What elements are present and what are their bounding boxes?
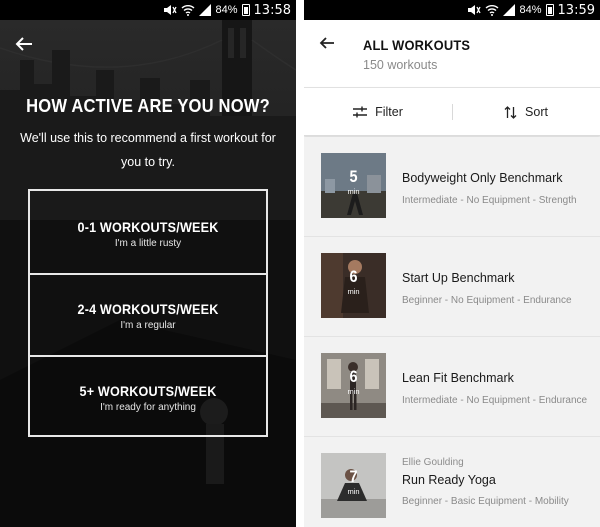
status-time: 13:59 <box>557 2 595 18</box>
option-title: 5+ WORKOUTS/WEEK <box>79 383 217 399</box>
back-arrow-icon[interactable] <box>318 34 336 52</box>
sort-button[interactable]: Sort <box>452 88 600 136</box>
workout-meta: Beginner - No Equipment - Endurance <box>402 295 572 306</box>
status-time: 13:58 <box>253 2 291 18</box>
workout-thumbnail: 6 min <box>321 253 386 318</box>
option-2-4-workouts[interactable]: 2-4 WORKOUTS/WEEK I'm a regular <box>30 273 266 355</box>
option-subtitle: I'm a little rusty <box>114 238 182 249</box>
activity-level-screen: 84% 13:58 HOW ACTIVE ARE YOU NOW? We'll … <box>0 0 296 527</box>
workout-minutes: 5 <box>349 167 358 186</box>
workout-name: Start Up Benchmark <box>402 271 515 285</box>
workout-meta: Intermediate - No Equipment - Endurance <box>402 395 588 406</box>
workout-min-label: min <box>347 487 360 496</box>
workout-name: Run Ready Yoga <box>402 473 496 487</box>
sort-label: Sort <box>525 105 548 119</box>
workout-name: Lean Fit Benchmark <box>402 371 514 385</box>
app-header: ALL WORKOUTS 150 workouts <box>304 20 600 87</box>
option-title: 2-4 WORKOUTS/WEEK <box>77 301 219 317</box>
workout-min-label: min <box>347 187 360 196</box>
workout-item[interactable]: 6 min Lean Fit Benchmark Intermediate - … <box>304 337 600 437</box>
workout-min-label: min <box>347 287 360 296</box>
wifi-icon <box>181 4 195 16</box>
workout-minutes: 6 <box>349 267 358 286</box>
workout-count: 150 workouts <box>363 58 438 72</box>
workout-minutes: 6 <box>349 367 358 386</box>
status-bar: 84% 13:58 <box>0 0 296 20</box>
screen-divider <box>296 0 304 527</box>
option-5-plus-workouts[interactable]: 5+ WORKOUTS/WEEK I'm ready for anything <box>30 355 266 437</box>
workout-thumbnail: 7 min <box>321 453 386 518</box>
signal-icon <box>198 4 212 16</box>
battery-percent: 84% <box>215 4 238 16</box>
workout-name: Bodyweight Only Benchmark <box>402 171 563 185</box>
option-0-1-workouts[interactable]: 0-1 WORKOUTS/WEEK I'm a little rusty <box>30 191 266 273</box>
workout-meta: Intermediate - No Equipment - Strength <box>402 195 577 206</box>
workout-item[interactable]: 5 min Bodyweight Only Benchmark Intermed… <box>304 137 600 237</box>
workout-list: 5 min Bodyweight Only Benchmark Intermed… <box>304 137 600 527</box>
page-title: ALL WORKOUTS <box>363 37 471 53</box>
all-workouts-screen: 84% 13:59 ALL WORKOUTS 150 workouts Filt… <box>304 0 600 527</box>
option-subtitle: I'm ready for anything <box>100 402 196 413</box>
workout-item[interactable]: 7 min Ellie Goulding Run Ready Yoga Begi… <box>304 437 600 527</box>
filter-icon <box>353 106 368 118</box>
activity-options: 0-1 WORKOUTS/WEEK I'm a little rusty 2-4… <box>28 189 268 437</box>
filter-sort-bar: Filter Sort <box>304 87 600 136</box>
mute-icon <box>467 4 481 16</box>
workout-thumbnail: 6 min <box>321 353 386 418</box>
wifi-icon <box>485 4 499 16</box>
page-subtitle: We'll use this to recommend a first work… <box>20 131 276 169</box>
battery-percent: 84% <box>519 4 542 16</box>
signal-icon <box>502 4 516 16</box>
workout-meta: Beginner - Basic Equipment - Mobility <box>402 496 569 507</box>
filter-button[interactable]: Filter <box>304 88 452 136</box>
back-arrow-icon[interactable] <box>14 34 34 54</box>
workout-author: Ellie Goulding <box>402 457 464 468</box>
sort-icon <box>504 105 517 119</box>
status-bar: 84% 13:59 <box>304 0 600 20</box>
workout-thumbnail: 5 min <box>321 153 386 218</box>
workout-min-label: min <box>347 387 360 396</box>
workout-item[interactable]: 6 min Start Up Benchmark Beginner - No E… <box>304 237 600 337</box>
page-title: HOW ACTIVE ARE YOU NOW? <box>26 96 270 116</box>
mute-icon <box>163 4 177 16</box>
battery-icon <box>545 4 554 16</box>
workout-minutes: 7 <box>349 467 358 486</box>
option-title: 0-1 WORKOUTS/WEEK <box>77 219 219 235</box>
filter-label: Filter <box>375 105 403 119</box>
option-subtitle: I'm a regular <box>120 320 176 331</box>
battery-icon <box>241 4 250 16</box>
